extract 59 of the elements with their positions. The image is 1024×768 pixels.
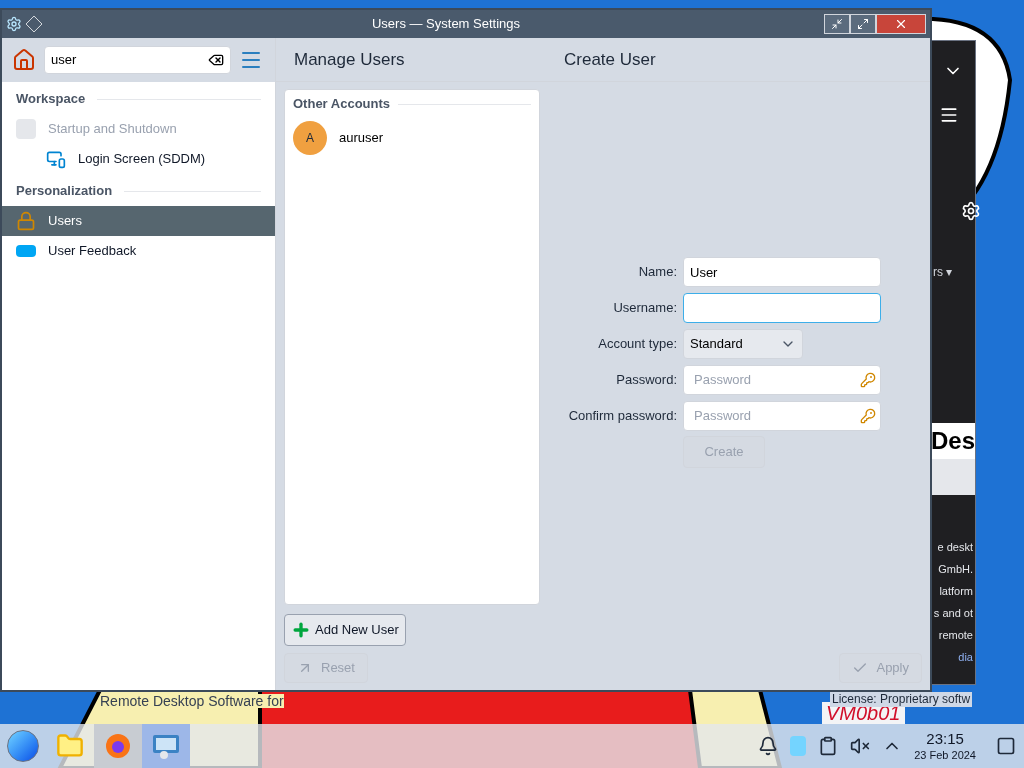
text-line: GmbH. xyxy=(938,562,973,577)
sidebar-item[interactable]: User Feedback xyxy=(2,236,275,266)
menu-icon[interactable] xyxy=(939,105,959,125)
page-title: Manage Users xyxy=(294,48,406,71)
show-desktop-icon[interactable] xyxy=(996,736,1016,756)
search-field[interactable]: user xyxy=(44,46,231,74)
section-heading: Personalization xyxy=(16,182,113,201)
add-user-button[interactable]: Add New User xyxy=(284,614,406,646)
sidebar-item[interactable]: Users xyxy=(2,206,275,236)
key-icon xyxy=(860,408,876,424)
page-title: Create User xyxy=(564,48,656,71)
lock-icon xyxy=(16,211,36,231)
taskbar-app[interactable] xyxy=(94,724,142,768)
blank-page-icon xyxy=(16,119,36,139)
section-heading: Workspace xyxy=(16,90,86,109)
plus-icon xyxy=(291,620,311,640)
background-caption: Remote Desktop Software for xyxy=(100,694,284,708)
account-item[interactable]: A auruser xyxy=(293,118,531,158)
field-label: Username: xyxy=(612,299,677,318)
notifications-icon[interactable] xyxy=(758,736,779,756)
text-field[interactable]: User xyxy=(683,257,881,287)
license-text: License: Proprietary softw xyxy=(830,692,973,707)
folder-icon xyxy=(56,732,84,760)
link-fragment[interactable]: dia xyxy=(958,649,973,665)
home-icon[interactable] xyxy=(12,48,36,72)
clipboard-icon[interactable] xyxy=(818,736,839,756)
close-button[interactable] xyxy=(876,14,926,34)
browser-icon xyxy=(104,732,132,760)
field-label: Confirm password: xyxy=(567,407,677,426)
app-icon[interactable] xyxy=(6,16,22,32)
field-label: Password: xyxy=(615,371,677,390)
text-line: s and ot xyxy=(933,606,973,621)
text-line: e deskt xyxy=(937,540,973,555)
heading-fragment: Des xyxy=(931,423,976,459)
start-orb-icon xyxy=(7,730,39,762)
clear-icon[interactable] xyxy=(208,52,224,68)
list-heading: Other Accounts xyxy=(293,95,391,114)
field-label: Name: xyxy=(637,263,677,282)
settings-monitor-icon xyxy=(151,732,181,760)
settings-icon[interactable] xyxy=(961,201,981,221)
thumbnail-strip xyxy=(931,459,975,495)
monitor-icon xyxy=(46,149,66,169)
volume-muted-icon[interactable] xyxy=(850,736,871,756)
text-line: latform xyxy=(939,584,973,599)
window-title: Users — System Settings xyxy=(370,15,522,34)
minimize-icon xyxy=(831,18,843,30)
text-line: remote xyxy=(938,628,973,643)
maximize-button[interactable] xyxy=(850,14,876,34)
close-icon xyxy=(894,17,908,31)
menu-fragment: rs ▾ xyxy=(933,264,953,281)
maximize-icon xyxy=(857,18,869,30)
field-label: Account type: xyxy=(597,335,677,354)
text-field[interactable] xyxy=(683,293,881,323)
key-icon xyxy=(860,372,876,388)
clock[interactable]: 23:15 23 Feb 2024 xyxy=(914,729,976,763)
account-type-dropdown[interactable]: Standard xyxy=(683,329,803,359)
minimize-button[interactable] xyxy=(824,14,850,34)
avatar: A xyxy=(293,121,327,155)
taskbar-app[interactable] xyxy=(142,724,190,768)
